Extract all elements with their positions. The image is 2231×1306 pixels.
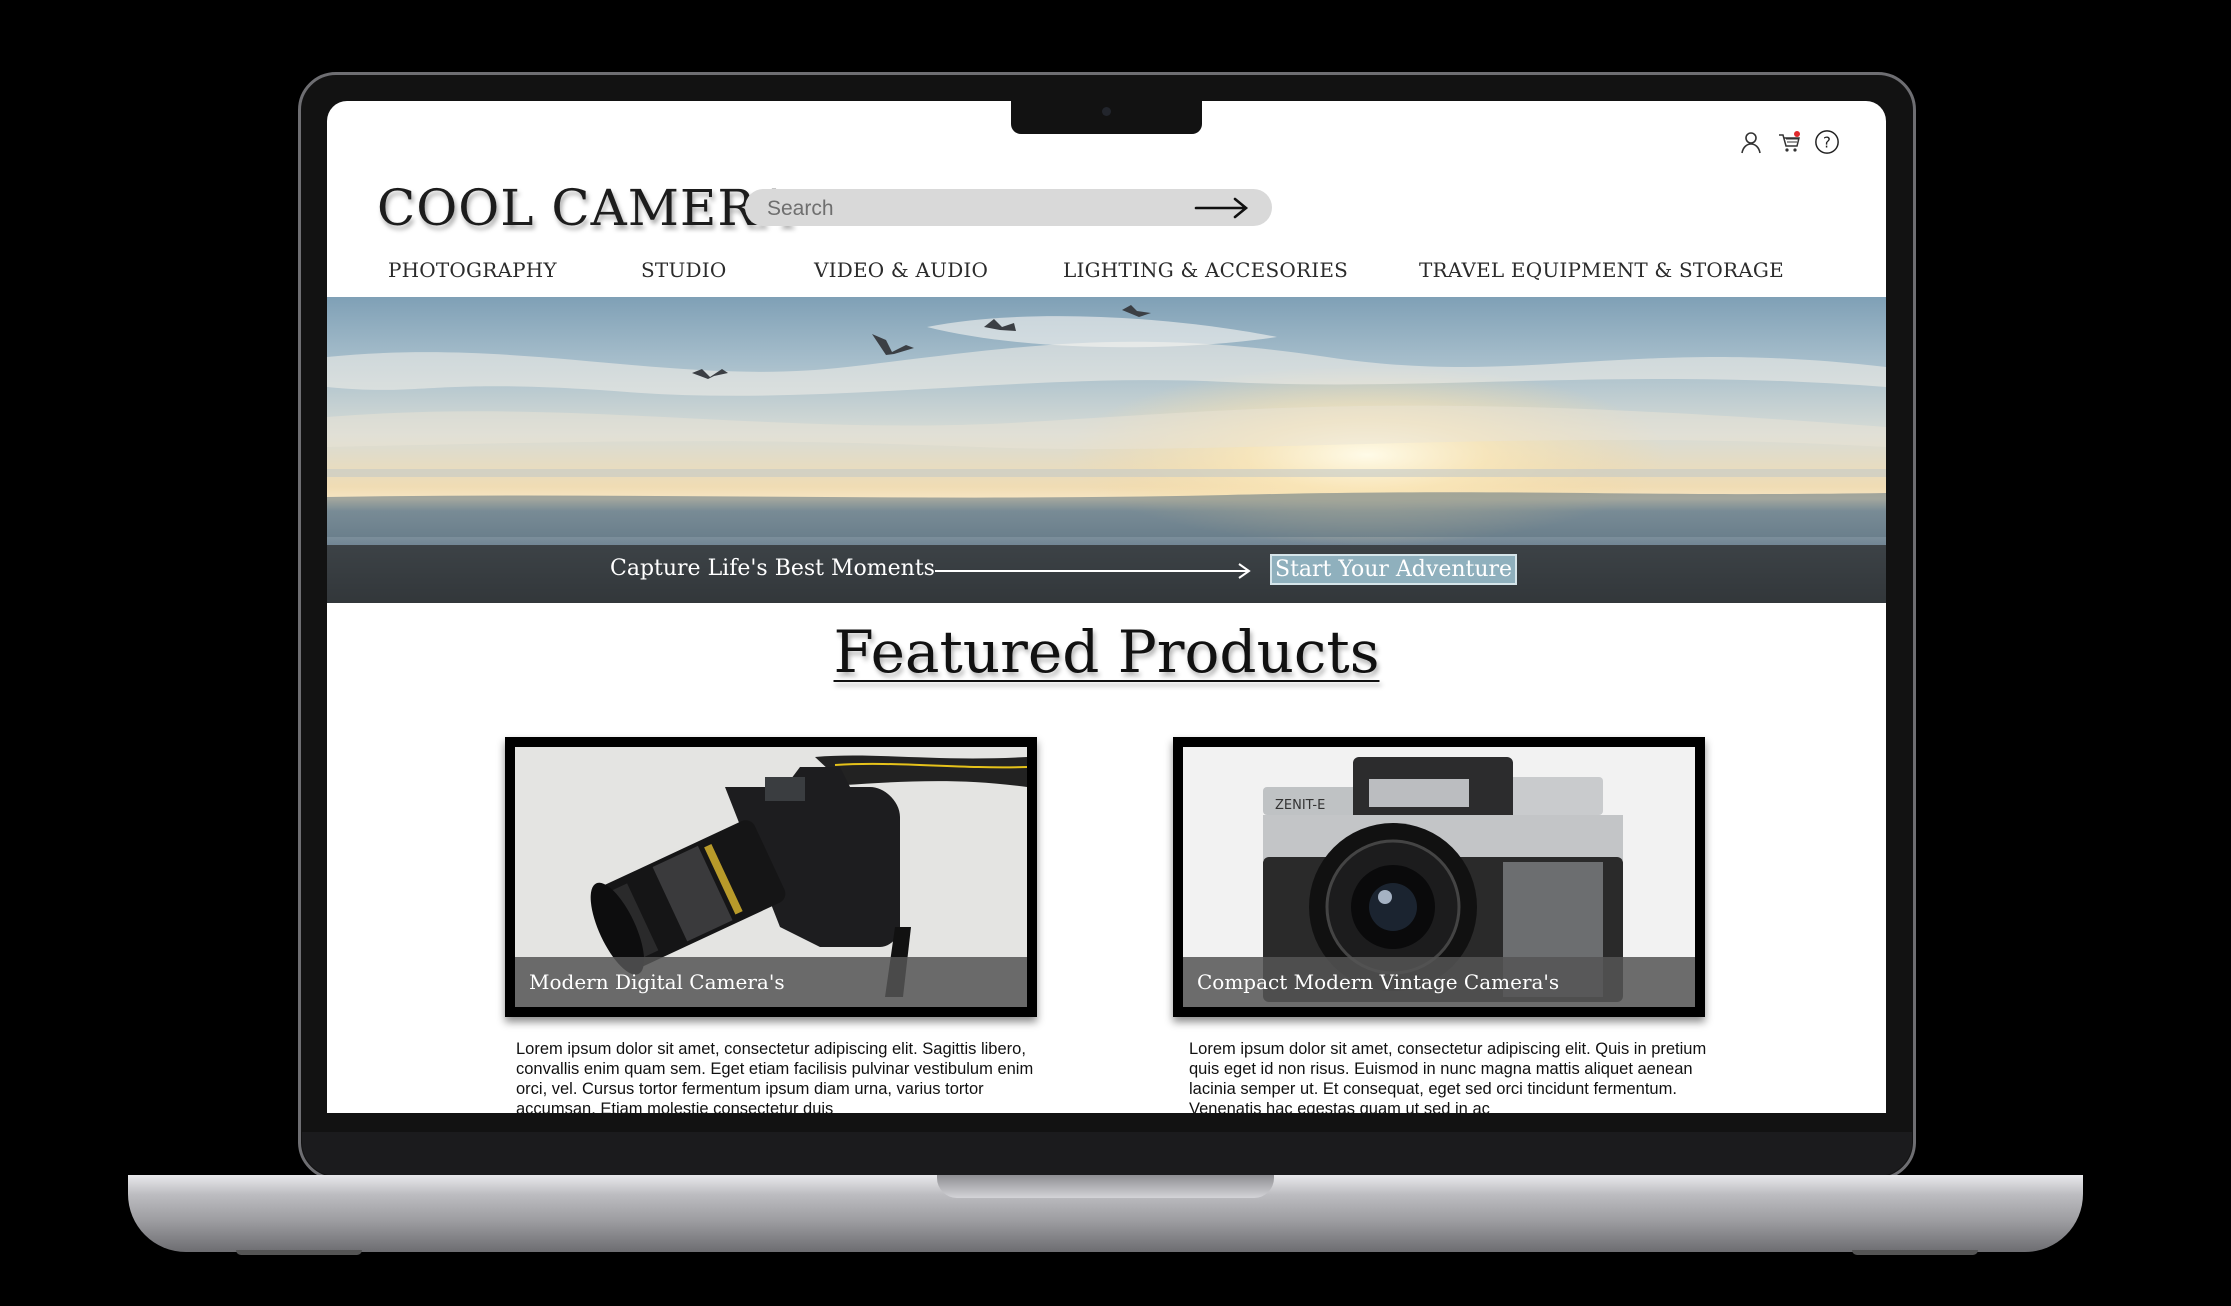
laptop-foot: [236, 1250, 362, 1255]
product-name: Compact Modern Vintage Camera's: [1197, 970, 1560, 994]
nav-photography[interactable]: PHOTOGRAPHY: [388, 258, 557, 282]
product-caption: Modern Digital Camera's: [515, 957, 1027, 1007]
nav-studio[interactable]: STUDIO: [641, 258, 726, 282]
arrow-right-icon: [935, 563, 1251, 579]
hero-tagline: Capture Life's Best Moments: [610, 556, 935, 581]
product-card[interactable]: Modern Digital Camera's: [505, 737, 1037, 1017]
product-caption: Compact Modern Vintage Camera's: [1183, 957, 1695, 1007]
laptop-foot: [1852, 1250, 1978, 1255]
header-icons: ?: [1738, 129, 1840, 155]
laptop-lid-opening: [937, 1175, 1274, 1198]
product-card[interactable]: ZENIT-E Compact Modern Vintage Camera's: [1173, 737, 1705, 1017]
cart-icon[interactable]: [1776, 129, 1802, 155]
site-logo[interactable]: COOL CAMERA: [377, 179, 793, 237]
product-name: Modern Digital Camera's: [529, 970, 785, 994]
help-icon[interactable]: ?: [1814, 129, 1840, 155]
product-description: Lorem ipsum dolor sit amet, consectetur …: [516, 1040, 1034, 1113]
user-icon[interactable]: [1738, 129, 1764, 155]
nav-lighting-accessories[interactable]: LIGHTING & ACCESORIES: [1063, 258, 1348, 282]
product-description: Lorem ipsum dolor sit amet, consectetur …: [1189, 1040, 1707, 1113]
search-bar: [745, 189, 1272, 226]
main-nav: PHOTOGRAPHY STUDIO VIDEO & AUDIO LIGHTIN…: [327, 258, 1886, 288]
start-adventure-button[interactable]: Start Your Adventure: [1270, 554, 1518, 585]
svg-text:ZENIT-E: ZENIT-E: [1275, 798, 1325, 813]
svg-text:?: ?: [1823, 134, 1831, 152]
laptop-bezel-bottom: [302, 1132, 1912, 1176]
search-input[interactable]: [765, 193, 1169, 224]
hero-banner: Capture Life's Best Moments Start Your A…: [327, 297, 1886, 603]
camera-notch: [1011, 101, 1202, 134]
browser-screen: ? COOL CAMERA PHOTOGRAPHY STUDIO VIDEO &…: [327, 101, 1886, 1113]
nav-video-audio[interactable]: VIDEO & AUDIO: [814, 258, 988, 282]
search-arrow-icon[interactable]: [1193, 193, 1251, 223]
nav-travel-equipment-storage[interactable]: TRAVEL EQUIPMENT & STORAGE: [1419, 258, 1784, 282]
featured-products-heading: Featured Products: [833, 618, 1380, 686]
